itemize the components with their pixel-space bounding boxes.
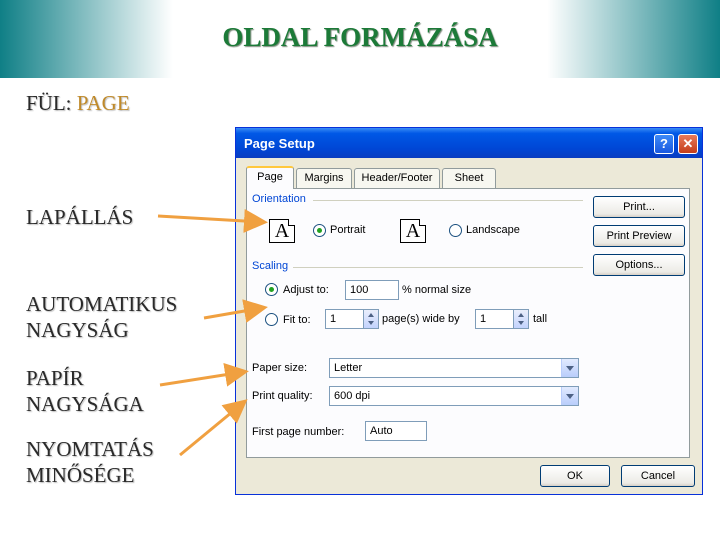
portrait-page-icon: A bbox=[269, 219, 295, 243]
caption-paper-size-line2: NAGYSÁGA bbox=[26, 392, 144, 416]
caption-paper-size: PAPÍR NAGYSÁGA bbox=[26, 365, 144, 417]
caption-auto-size: AUTOMATIKUS NAGYSÁG bbox=[26, 291, 177, 343]
fit-to-radio[interactable] bbox=[265, 313, 278, 326]
print-quality-select[interactable]: 600 dpi bbox=[329, 386, 579, 406]
caption-orientation: LAPÁLLÁS bbox=[26, 205, 134, 229]
caption-paper-size-line1: PAPÍR bbox=[26, 366, 84, 390]
caption-print-quality-line1: NYOMTATÁS bbox=[26, 437, 154, 461]
scaling-section-label: Scaling bbox=[252, 260, 289, 272]
dialog-titlebar[interactable]: Page Setup ? ✕ bbox=[236, 128, 702, 158]
paper-size-value: Letter bbox=[334, 362, 363, 374]
portrait-label[interactable]: Portrait bbox=[330, 224, 365, 236]
landscape-page-icon: A bbox=[400, 219, 426, 243]
cancel-button[interactable]: Cancel bbox=[621, 465, 695, 487]
arrow-print-quality bbox=[179, 399, 248, 457]
caption-auto-size-line2: NAGYSÁG bbox=[26, 318, 129, 342]
adjust-to-radio[interactable] bbox=[265, 283, 278, 296]
chevron-down-icon[interactable] bbox=[561, 387, 578, 405]
print-quality-value: 600 dpi bbox=[334, 390, 371, 402]
orientation-section-label: Orientation bbox=[252, 193, 306, 205]
caption-print-quality-line2: MINŐSÉGE bbox=[26, 463, 135, 487]
page-setup-dialog: Page Setup ? ✕ Page Margins Header/Foote… bbox=[235, 127, 703, 495]
options-button[interactable]: Options... bbox=[593, 254, 685, 276]
landscape-label[interactable]: Landscape bbox=[466, 224, 520, 236]
orientation-divider bbox=[313, 200, 583, 201]
fit-wide-spinner[interactable] bbox=[363, 309, 379, 329]
close-button[interactable]: ✕ bbox=[678, 134, 698, 154]
print-quality-label: Print quality: bbox=[252, 390, 313, 402]
paper-size-label: Paper size: bbox=[252, 362, 308, 374]
tab-page[interactable]: Page bbox=[246, 166, 294, 189]
close-icon: ✕ bbox=[682, 136, 694, 151]
chevron-down-icon[interactable] bbox=[561, 359, 578, 377]
help-icon: ? bbox=[660, 136, 668, 151]
page-tab-panel: Orientation A Portrait A Landscape Scali… bbox=[246, 188, 690, 458]
dialog-title: Page Setup bbox=[244, 136, 315, 151]
adjust-to-label[interactable]: Adjust to: bbox=[283, 284, 329, 296]
fit-tall-spinner[interactable] bbox=[513, 309, 529, 329]
portrait-radio[interactable] bbox=[313, 224, 326, 237]
tab-caption-value: PAGE bbox=[76, 91, 130, 115]
fit-to-label[interactable]: Fit to: bbox=[283, 314, 311, 326]
scaling-divider bbox=[293, 267, 583, 268]
tab-margins[interactable]: Margins bbox=[296, 168, 352, 188]
slide-title: OLDAL FORMÁZÁSA bbox=[222, 22, 498, 52]
fit-tall-suffix: tall bbox=[533, 313, 548, 325]
tab-sheet[interactable]: Sheet bbox=[442, 168, 496, 188]
paper-size-select[interactable]: Letter bbox=[329, 358, 579, 378]
ok-button[interactable]: OK bbox=[540, 465, 610, 487]
tab-header-footer[interactable]: Header/Footer bbox=[354, 168, 440, 188]
tab-caption-prefix: FÜL: bbox=[26, 91, 72, 115]
print-button[interactable]: Print... bbox=[593, 196, 685, 218]
help-button[interactable]: ? bbox=[654, 134, 674, 154]
first-page-number-input[interactable]: Auto bbox=[365, 421, 427, 441]
title-banner: OLDAL FORMÁZÁSA bbox=[0, 0, 720, 78]
arrow-paper-size bbox=[159, 362, 249, 387]
tab-caption: FÜL: PAGE bbox=[26, 90, 130, 116]
adjust-to-suffix: % normal size bbox=[402, 284, 472, 296]
caption-print-quality: NYOMTATÁS MINŐSÉGE bbox=[26, 436, 154, 488]
landscape-radio[interactable] bbox=[449, 224, 462, 237]
adjust-to-input[interactable]: 100 bbox=[345, 280, 399, 300]
print-preview-button[interactable]: Print Preview bbox=[593, 225, 685, 247]
caption-auto-size-line1: AUTOMATIKUS bbox=[26, 292, 178, 316]
fit-wide-suffix: page(s) wide by bbox=[382, 313, 460, 325]
first-page-number-label: First page number: bbox=[252, 426, 345, 438]
